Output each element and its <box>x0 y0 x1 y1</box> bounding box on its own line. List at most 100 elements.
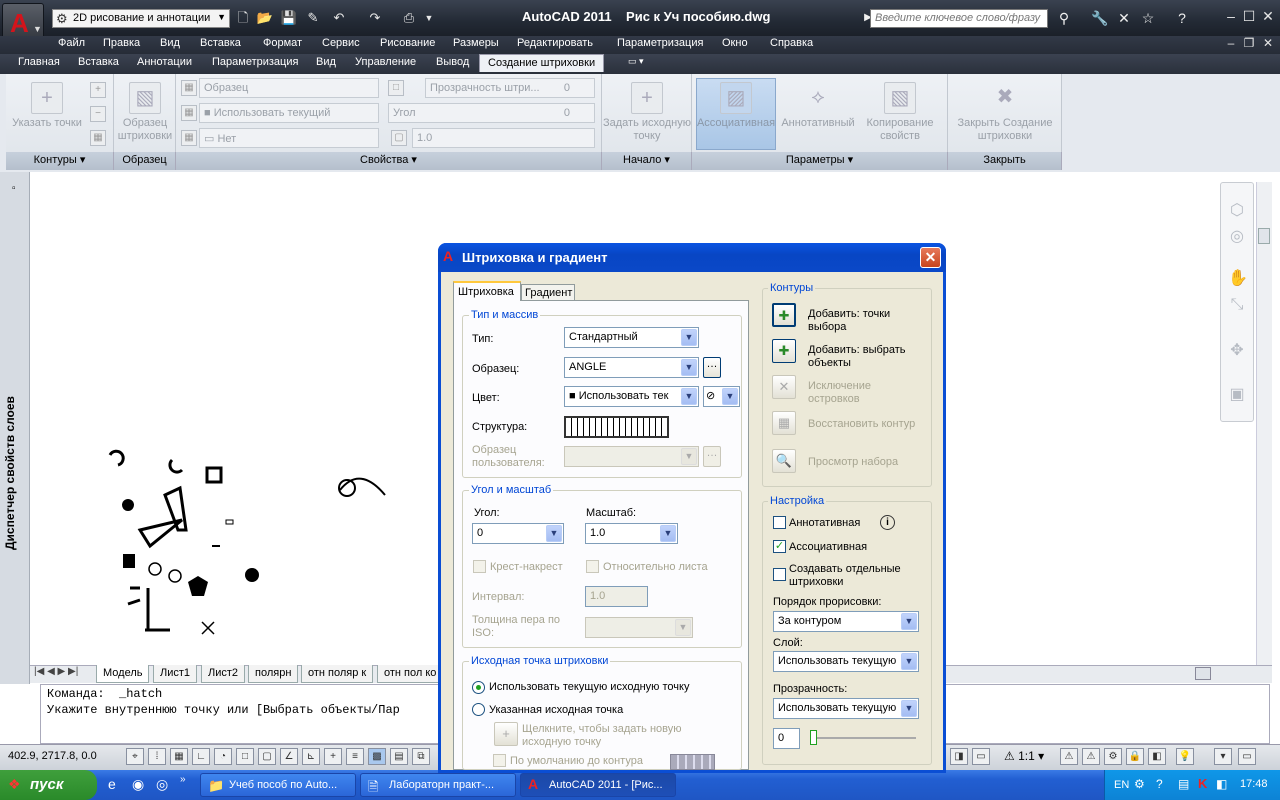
layer-combo[interactable]: Использовать текущую ▼ <box>773 651 919 672</box>
menu-tools[interactable]: Сервис <box>322 37 360 49</box>
custom-pattern-browse-button[interactable]: … <box>703 446 721 467</box>
tab-parametric[interactable]: Параметризация <box>204 54 306 72</box>
doc-close-icon[interactable]: ✕ <box>1259 36 1277 50</box>
transparency-value-input[interactable]: 0 <box>773 728 800 749</box>
menu-view[interactable]: Вид <box>160 37 180 49</box>
layout-tab-model[interactable]: Модель <box>96 665 150 683</box>
color-combo[interactable]: ■ Использовать тек ▼ <box>564 386 699 407</box>
workspace-switch-icon[interactable]: ⚙ <box>1104 748 1122 765</box>
osnap-icon[interactable]: □ <box>236 748 254 765</box>
separate-hatches-checkbox[interactable] <box>773 568 786 581</box>
tab-output[interactable]: Вывод <box>428 54 477 72</box>
associative-checkbox[interactable]: ✓ <box>773 540 786 553</box>
view-selections-button[interactable]: 🔍 <box>772 449 796 473</box>
transparency-status-icon[interactable]: ▩ <box>368 748 386 765</box>
save-as-icon[interactable]: ✎ <box>304 9 322 27</box>
tab-hatch-creation[interactable]: Создание штриховки <box>479 54 605 72</box>
transparency-slider-track[interactable] <box>810 737 916 739</box>
remove-objects-icon[interactable]: − <box>90 106 106 122</box>
menu-modify[interactable]: Редактировать <box>517 37 593 49</box>
specified-origin-radio[interactable] <box>472 703 485 716</box>
layout-tab-rel-polar[interactable]: отн поляр к <box>301 665 374 683</box>
double-checkbox[interactable] <box>473 560 486 573</box>
status-menu-icon[interactable]: ▾ <box>1214 748 1232 765</box>
associative-button[interactable]: ▨ Ассоциативная <box>696 82 776 130</box>
relative-paper-checkbox[interactable] <box>586 560 599 573</box>
dialog-title-bar[interactable]: Штриховка и градиент <box>438 243 946 272</box>
select-objects-icon[interactable]: + <box>90 82 106 98</box>
tab-gradient[interactable]: Градиент <box>521 284 575 301</box>
palette-close-icon[interactable]: ▫ <box>12 183 16 194</box>
tray-network-icon[interactable]: ▤ <box>1178 777 1189 791</box>
dialog-close-button[interactable]: ✕ <box>920 247 941 268</box>
language-indicator[interactable]: EN <box>1114 779 1129 791</box>
taskbar-item-doc[interactable]: Лабораторн практ-... <box>360 773 516 797</box>
info-icon[interactable]: i <box>880 515 895 530</box>
tab-annotate[interactable]: Аннотации <box>129 54 200 72</box>
lineweight-icon[interactable]: ≡ <box>346 748 364 765</box>
ortho-icon[interactable]: ∟ <box>192 748 210 765</box>
isolate-objects-icon[interactable]: 💡 <box>1176 748 1194 765</box>
tab-home[interactable]: Главная <box>10 54 68 72</box>
layout-tab-rel-pol[interactable]: отн пол ко <box>377 665 444 683</box>
angle-field[interactable]: Угол 0 <box>388 103 595 123</box>
auto-scale-icon[interactable]: ⚠ <box>1082 748 1100 765</box>
hscroll-thumb[interactable] <box>1195 667 1211 680</box>
panel-properties-footer[interactable]: Свойства ▾ <box>176 152 602 170</box>
coordinates-readout[interactable]: 402.9, 2717.8, 0.0 <box>8 750 97 762</box>
ie-icon[interactable]: e <box>108 776 116 792</box>
zoom-icon[interactable]: ⤡ <box>1228 296 1246 314</box>
draw-order-combo[interactable]: За контуром ▼ <box>773 611 919 632</box>
remove-islands-button[interactable]: ✕ <box>772 375 796 399</box>
transparency-combo[interactable]: Использовать текущую ▼ <box>773 698 919 719</box>
grid-icon[interactable]: ▦ <box>170 748 188 765</box>
tray-help-icon[interactable]: ? <box>1156 777 1163 791</box>
browser-icon[interactable]: ◎ <box>156 776 168 793</box>
search-input[interactable]: Введите ключевое слово/фразу <box>870 9 1048 28</box>
save-icon[interactable]: 💾 <box>280 9 298 27</box>
menu-edit[interactable]: Правка <box>103 37 140 49</box>
pick-origin-button[interactable]: + <box>494 722 518 746</box>
background-color-combo[interactable]: ▭ Нет <box>199 128 379 148</box>
custom-pattern-combo[interactable]: ▼ <box>564 446 699 467</box>
menu-file[interactable]: Файл <box>58 37 85 49</box>
annotative-checkbox[interactable] <box>773 516 786 529</box>
quick-view-icon[interactable]: ▭ <box>972 748 990 765</box>
maximize-icon[interactable]: ☐ <box>1240 8 1258 25</box>
tray-antivirus-icon[interactable]: K <box>1198 776 1207 791</box>
hatch-pattern-button[interactable]: ▧ Образец штриховки <box>114 82 176 143</box>
vertical-scrollbar[interactable] <box>1256 182 1272 666</box>
print-icon[interactable]: ⎙ <box>400 9 418 27</box>
layout-tab-polar[interactable]: полярн <box>248 665 299 683</box>
pattern-type-combo[interactable]: Образец <box>199 78 379 98</box>
add-pick-points-button[interactable]: ✚ <box>772 303 796 327</box>
pattern-combo[interactable]: ANGLE ▼ <box>564 357 699 378</box>
tray-volume-icon[interactable]: ◧ <box>1216 777 1227 791</box>
pattern-browse-button[interactable]: … <box>703 357 721 378</box>
hardware-accel-icon[interactable]: ◧ <box>1148 748 1166 765</box>
menu-dimension[interactable]: Размеры <box>453 37 499 49</box>
add-select-objects-button[interactable]: ✚ <box>772 339 796 363</box>
doc-minimize-icon[interactable]: – <box>1222 36 1240 50</box>
scale-combo[interactable]: 1.0 ▼ <box>585 523 678 544</box>
spacing-input[interactable]: 1.0 <box>585 586 648 607</box>
pan-icon[interactable]: ✋ <box>1228 268 1248 287</box>
tab-hatch[interactable]: Штриховка <box>453 281 521 301</box>
taskbar-item-autocad[interactable]: AutoCAD 2011 - [Рис... <box>520 773 676 797</box>
layout-tab-sheet1[interactable]: Лист1 <box>153 665 198 683</box>
pattern-swatch[interactable] <box>564 416 669 438</box>
help-icon[interactable]: ? <box>1172 9 1192 27</box>
tab-view[interactable]: Вид <box>308 54 344 72</box>
ribbon-minimize-icon[interactable]: ▭ ▾ <box>620 54 652 72</box>
chrome-icon[interactable]: ◉ <box>132 776 144 793</box>
menu-draw[interactable]: Рисование <box>380 37 435 49</box>
tab-insert[interactable]: Вставка <box>70 54 127 72</box>
communication-icon[interactable]: ✕ <box>1114 9 1134 27</box>
iso-pen-combo[interactable]: ▼ <box>585 617 693 638</box>
menu-parametric[interactable]: Параметризация <box>617 37 703 49</box>
favorites-star-icon[interactable]: ☆ <box>1138 9 1158 27</box>
viewcube-icon[interactable]: ⬡ <box>1228 200 1246 219</box>
clean-screen-icon[interactable]: ▭ <box>1238 748 1256 765</box>
menu-format[interactable]: Формат <box>263 37 302 49</box>
lock-icon[interactable]: 🔒 <box>1126 748 1144 765</box>
